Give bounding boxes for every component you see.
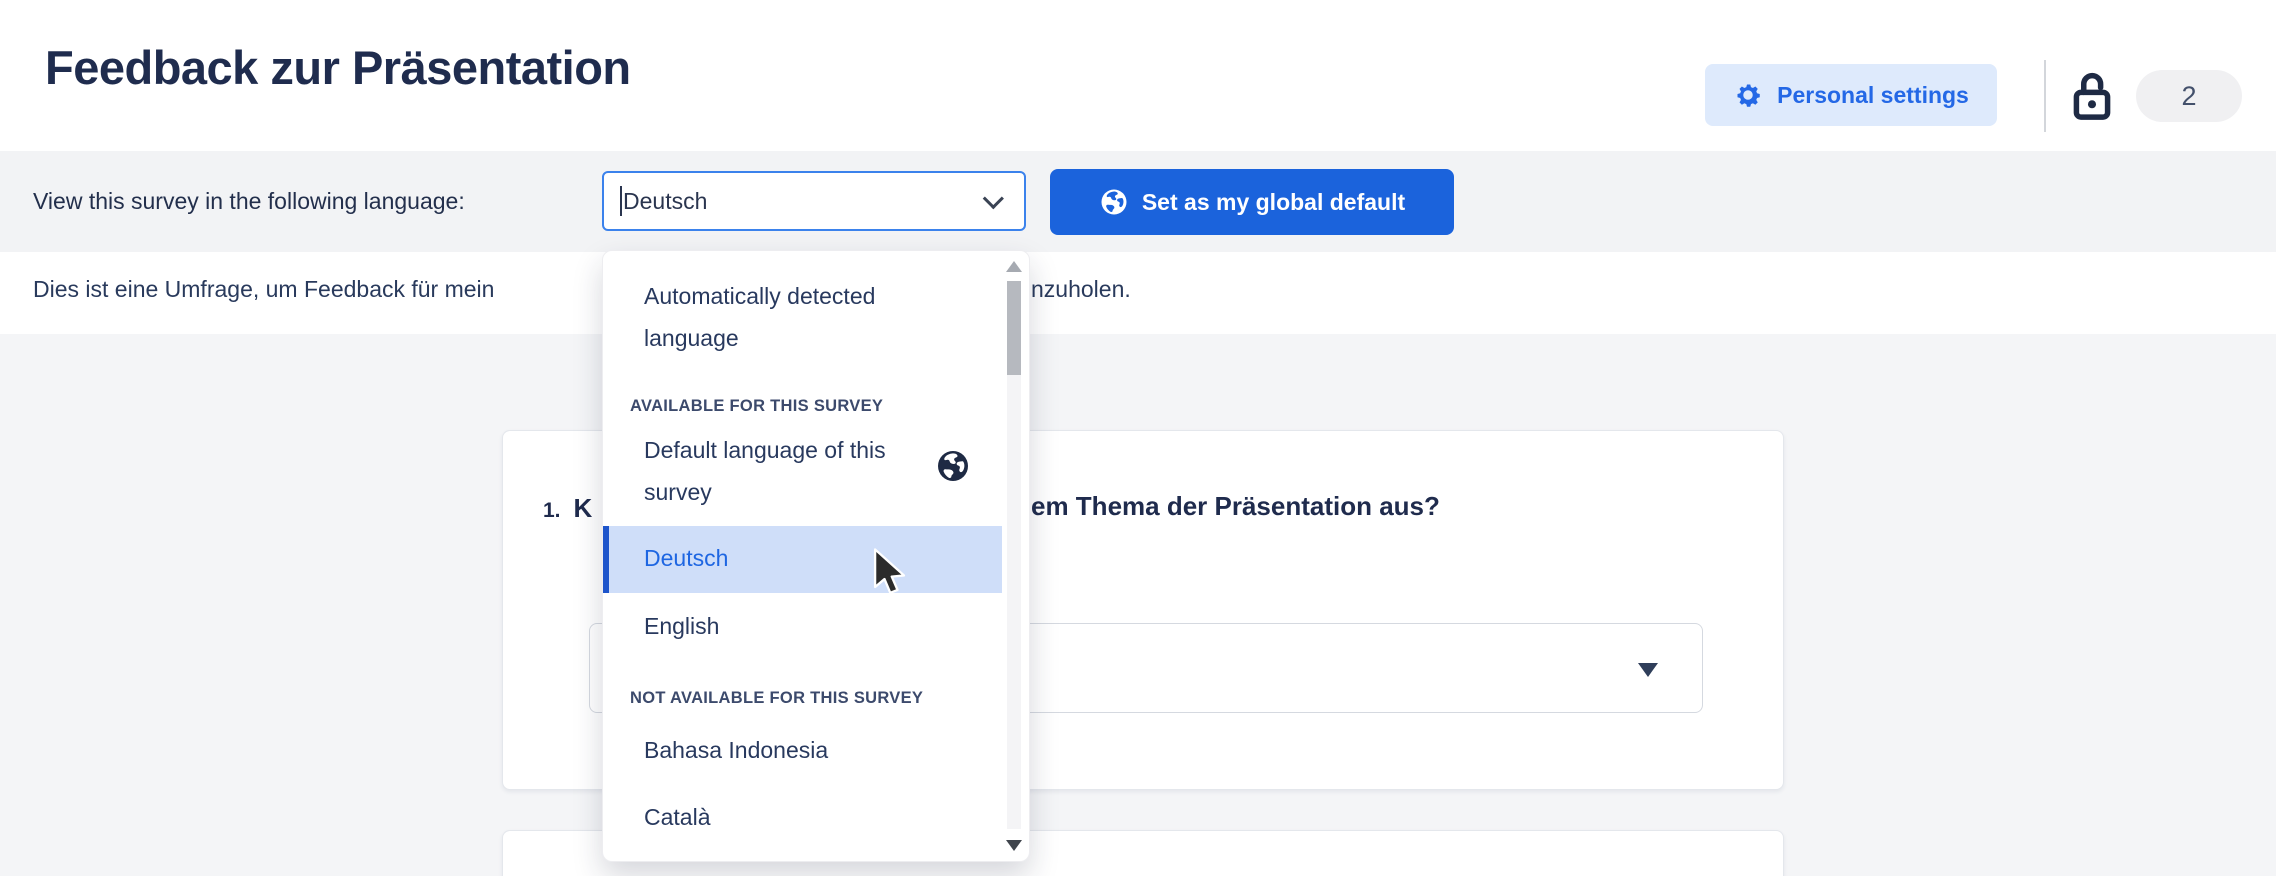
dropdown-option-auto-detected[interactable]: Automatically detected language (644, 275, 946, 359)
scroll-up-arrow-icon[interactable] (1006, 261, 1022, 272)
dropdown-option-default-language[interactable]: Default language of this survey (644, 429, 946, 513)
set-global-default-button[interactable]: Set as my global default (1050, 169, 1454, 235)
language-select[interactable]: Deutsch (602, 171, 1026, 231)
page-title: Feedback zur Präsentation (45, 40, 631, 95)
question-text-right: em Thema der Präsentation aus? (1031, 491, 1440, 522)
language-bar-label: View this survey in the following langua… (33, 151, 465, 252)
question-text-left: 1. K (543, 493, 592, 524)
chevron-down-icon (983, 188, 1004, 209)
counter-badge: 2 (2136, 70, 2242, 122)
scrollbar-thumb[interactable] (1007, 281, 1021, 375)
dropdown-scrollbar[interactable] (1004, 259, 1024, 853)
dropdown-option-english[interactable]: English (644, 605, 946, 647)
text-caret (620, 186, 622, 216)
scroll-down-arrow-icon[interactable] (1006, 840, 1022, 851)
personal-settings-label: Personal settings (1777, 82, 1969, 109)
globe-icon (1099, 187, 1129, 217)
personal-settings-button[interactable]: Personal settings (1705, 64, 1997, 126)
unlock-icon (2070, 70, 2114, 122)
language-dropdown-menu: Automatically detected language AVAILABL… (602, 250, 1030, 862)
dropdown-option-catala[interactable]: Català (644, 796, 946, 838)
mouse-cursor-icon (872, 548, 910, 600)
survey-description: Dies ist eine Umfrage, um Feedback für m… (0, 252, 2276, 334)
dropdown-group-not-available: NOT AVAILABLE FOR THIS SURVEY (630, 689, 990, 708)
globe-icon (935, 448, 971, 484)
question-number: 1. (543, 499, 561, 523)
language-select-value: Deutsch (623, 188, 707, 215)
survey-preview-page: Feedback zur Präsentation Personal setti… (0, 0, 2276, 876)
language-bar: View this survey in the following langua… (0, 151, 2276, 252)
survey-body: 1. K em Thema der Präsentation aus? (0, 334, 2276, 876)
dropdown-option-bahasa-indonesia[interactable]: Bahasa Indonesia (644, 729, 946, 771)
description-fragment-right: nzuholen. (1031, 276, 1131, 303)
caret-down-icon (1638, 663, 1658, 677)
description-fragment-left: Dies ist eine Umfrage, um Feedback für m… (33, 276, 494, 303)
header-divider (2044, 60, 2046, 132)
dropdown-group-available: AVAILABLE FOR THIS SURVEY (630, 397, 990, 416)
gear-icon (1733, 80, 1763, 110)
set-global-default-label: Set as my global default (1142, 189, 1405, 216)
dropdown-option-deutsch-selected[interactable]: Deutsch (603, 526, 1002, 593)
